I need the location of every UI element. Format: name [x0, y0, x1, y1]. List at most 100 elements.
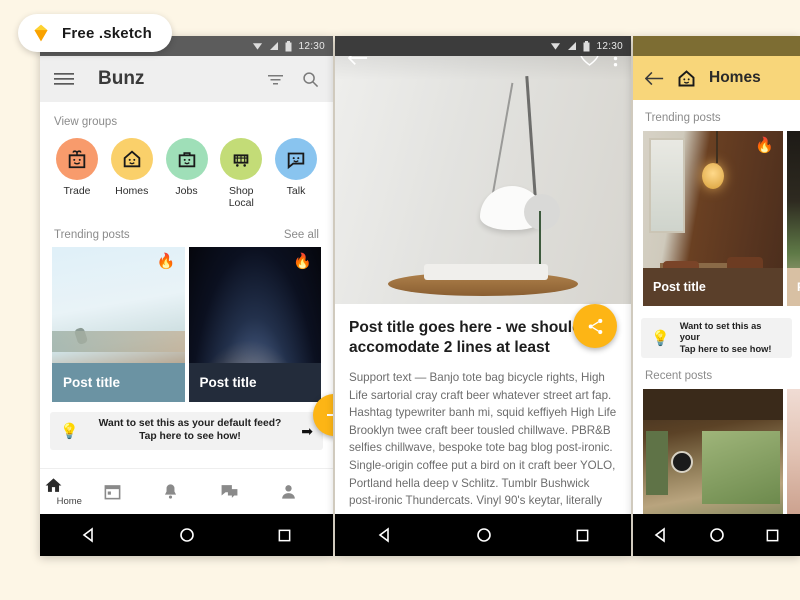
phone-mockup-homes-category: Homes Trending posts 🔥 Post title P 💡 Wa… — [633, 36, 800, 556]
home-circle-icon[interactable] — [709, 527, 725, 543]
recents-square-icon[interactable] — [277, 528, 292, 543]
trending-label: Trending posts — [645, 112, 721, 124]
group-item-jobs[interactable]: Jobs — [162, 138, 212, 209]
group-label: Jobs — [175, 185, 198, 197]
briefcase-face-icon — [165, 138, 208, 180]
hamburger-menu-icon[interactable] — [54, 72, 74, 86]
status-bar: 12:30 — [335, 36, 631, 56]
calendar-icon — [104, 485, 121, 500]
view-groups-header: View groups — [40, 102, 333, 134]
free-sketch-badge: Free .sketch — [18, 14, 172, 52]
trending-cards: 🔥 Post title 🔥 Post title — [40, 247, 333, 402]
signal-icon — [269, 41, 279, 51]
post-card[interactable] — [787, 389, 800, 529]
recent-cards — [633, 389, 800, 529]
post-card-title: Post title — [52, 363, 185, 402]
android-system-nav — [335, 514, 631, 556]
tip-line-2: Tap here to see how! — [139, 431, 241, 442]
arrow-right-icon: ➡ — [301, 422, 313, 439]
share-fab[interactable] — [573, 304, 617, 348]
group-label: Shop Local — [228, 185, 254, 209]
home-circle-icon[interactable] — [179, 527, 195, 543]
wifi-icon — [252, 41, 263, 51]
group-item-talk[interactable]: Talk — [271, 138, 321, 209]
default-feed-tip-banner[interactable]: 💡 Want to set this as your Tap here to s… — [641, 318, 792, 358]
back-triangle-icon[interactable] — [653, 527, 669, 543]
post-card-title: Post title — [188, 363, 321, 402]
sketch-diamond-icon — [30, 22, 52, 44]
post-card[interactable]: 🔥 Post title — [643, 131, 783, 306]
post-card-title: Post title — [643, 268, 783, 306]
recent-header: Recent posts — [633, 358, 800, 389]
battery-icon — [583, 40, 590, 52]
chat-icon — [221, 485, 238, 498]
post-card[interactable]: 🔥 Post title — [188, 247, 321, 402]
page-title: Homes — [709, 69, 761, 86]
nav-item-profile[interactable] — [279, 482, 329, 501]
filter-icon[interactable] — [267, 72, 284, 86]
status-time: 12:30 — [596, 40, 623, 52]
gift-box-face-icon — [56, 138, 98, 180]
android-system-nav — [40, 514, 333, 556]
group-label: Talk — [286, 185, 306, 197]
plus-icon — [327, 414, 333, 416]
group-label: Homes — [115, 185, 149, 197]
nav-item-notifications[interactable] — [161, 482, 211, 501]
tip-line-2: Tap here to see how! — [679, 343, 772, 354]
phone-mockup-feed: 12:30 Bunz View groups Trade Homes Jobs … — [40, 36, 333, 556]
speech-laptop-face-icon — [275, 138, 317, 180]
hot-badge: 🔥 — [293, 253, 312, 270]
nav-item-calendar[interactable] — [103, 482, 153, 501]
lightbulb-icon: 💡 — [60, 423, 79, 440]
trending-header: Trending posts See all — [40, 215, 333, 247]
post-image — [787, 389, 800, 529]
tip-line-1: Want to set this as your default feed? — [98, 418, 282, 430]
page-title: Bunz — [98, 68, 145, 89]
hot-badge: 🔥 — [755, 137, 774, 154]
share-icon — [588, 318, 602, 334]
phone-mockup-post-detail: 12:30 Post title goes here - we should a… — [335, 36, 631, 556]
bottom-navigation: Home — [40, 468, 333, 514]
post-card-title: P — [787, 268, 800, 306]
android-system-nav — [633, 514, 800, 556]
see-all-link[interactable]: See all — [284, 229, 319, 241]
trending-header: Trending posts — [633, 100, 800, 131]
back-triangle-icon[interactable] — [377, 527, 393, 543]
post-card[interactable]: P — [787, 131, 800, 306]
shopping-cart-face-icon — [220, 138, 263, 180]
trending-cards: 🔥 Post title P — [633, 131, 800, 306]
status-time: 12:30 — [298, 40, 325, 52]
battery-icon — [285, 40, 292, 52]
tip-line-1: Want to set this as your — [679, 320, 762, 343]
house-face-icon — [676, 68, 697, 89]
recents-square-icon[interactable] — [575, 528, 590, 543]
nav-item-home[interactable]: Home — [44, 476, 94, 507]
house-face-icon — [110, 138, 153, 180]
group-label: Trade — [63, 185, 91, 197]
default-feed-tip-banner[interactable]: 💡 Want to set this as your default feed?… — [50, 412, 323, 450]
category-toolbar: Homes — [633, 56, 800, 100]
recents-square-icon[interactable] — [765, 528, 780, 543]
trending-label: Trending posts — [54, 229, 130, 241]
lightbulb-icon: 💡 — [651, 330, 670, 347]
nav-item-messages[interactable] — [220, 482, 270, 501]
home-icon — [45, 478, 62, 492]
back-arrow-icon[interactable] — [645, 71, 664, 86]
post-card[interactable]: 🔥 Post title — [52, 247, 185, 402]
badge-label: Free .sketch — [62, 24, 152, 42]
nav-label-home: Home — [56, 496, 82, 507]
hot-badge: 🔥 — [156, 253, 176, 270]
post-card[interactable] — [643, 389, 783, 529]
post-image — [643, 389, 783, 529]
search-icon[interactable] — [302, 71, 319, 88]
group-item-homes[interactable]: Homes — [107, 138, 157, 209]
recent-label: Recent posts — [645, 370, 713, 382]
back-triangle-icon[interactable] — [81, 527, 97, 543]
home-circle-icon[interactable] — [476, 527, 492, 543]
group-item-trade[interactable]: Trade — [52, 138, 102, 209]
group-shortcuts: Trade Homes Jobs Shop Local Talk — [40, 134, 333, 215]
app-toolbar: Bunz — [40, 56, 333, 102]
status-bar — [633, 36, 800, 56]
bell-icon — [165, 484, 177, 499]
group-item-shop-local[interactable]: Shop Local — [216, 138, 266, 209]
